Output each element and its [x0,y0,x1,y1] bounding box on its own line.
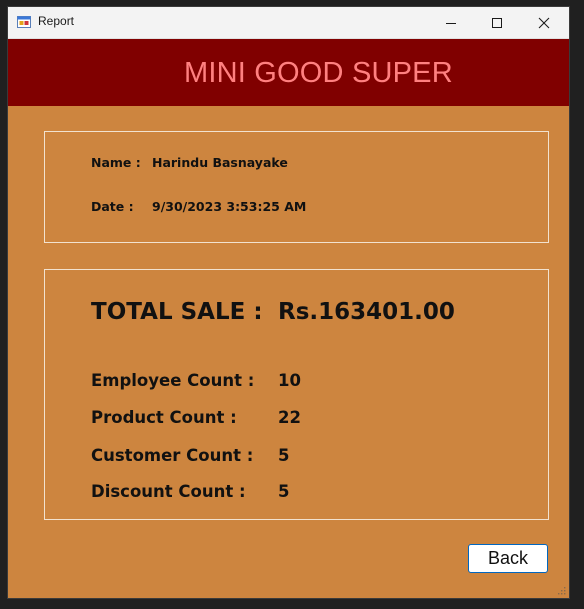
product-count-label: Product Count : [91,408,237,427]
window-title: Report [38,14,75,28]
date-label: Date : [91,199,134,214]
product-count-value: 22 [278,408,301,427]
discount-count-label: Discount Count : [91,482,246,501]
back-button[interactable]: Back [468,544,548,573]
name-value: Harindu Basnayake [152,155,288,170]
customer-count-value: 5 [278,446,290,465]
employee-count-value: 10 [278,371,301,390]
sales-summary-panel: TOTAL SALE : Rs.163401.00 Employee Count… [44,269,549,520]
total-sale-label: TOTAL SALE : [91,299,263,325]
close-icon [538,17,550,28]
date-value: 9/30/2023 3:53:25 AM [152,199,307,214]
resize-grip-icon[interactable] [557,586,566,595]
app-form-icon [17,16,31,28]
close-button[interactable] [521,7,567,38]
customer-count-label: Customer Count : [91,446,254,465]
maximize-button[interactable] [474,7,520,38]
minimize-icon [446,22,456,24]
user-info-panel: Name : Harindu Basnayake Date : 9/30/202… [44,131,549,243]
total-sale-value: Rs.163401.00 [278,299,455,325]
brand-header: MINI GOOD SUPER [8,39,569,106]
report-window: Report MINI GOOD SUPER Name : Harindu Ba… [8,7,569,598]
maximize-icon [492,17,502,28]
brand-title: MINI GOOD SUPER [184,57,453,89]
name-label: Name : [91,155,141,170]
title-bar[interactable]: Report [8,7,569,39]
discount-count-value: 5 [278,482,290,501]
minimize-button[interactable] [428,7,474,38]
employee-count-label: Employee Count : [91,371,255,390]
